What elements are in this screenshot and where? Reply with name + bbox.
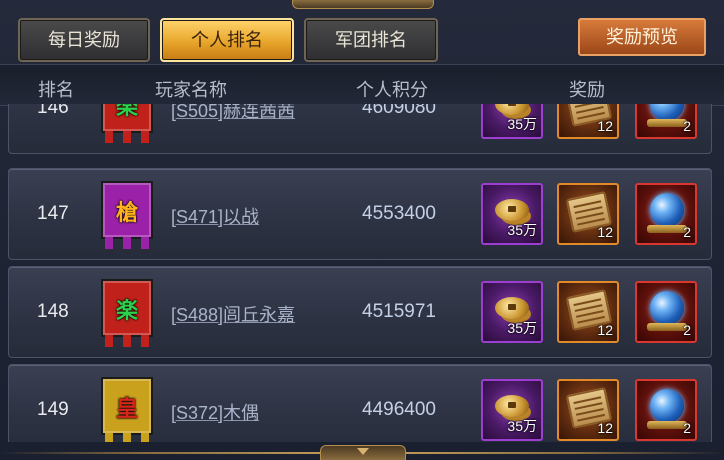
banner-tails <box>105 433 149 442</box>
banner-tails <box>105 335 149 347</box>
coin-icon[interactable]: 35万 <box>481 104 543 139</box>
player-name-link[interactable]: [S488]闾丘永嘉 <box>171 301 295 327</box>
table-row: 147 槍 [S471]以战 4553400 35万 12 2 <box>8 168 712 260</box>
player-score: 4553400 <box>362 203 436 224</box>
reward-count: 2 <box>683 224 691 240</box>
rank-number: 148 <box>37 301 69 322</box>
banner-tails <box>105 237 149 249</box>
emblem-character: 楽 <box>115 298 138 323</box>
reward-count: 2 <box>683 118 691 134</box>
header-reward: 奖励 <box>569 80 605 100</box>
player-name-link[interactable]: [S471]以战 <box>171 203 259 229</box>
emblem-banner: 皇 <box>101 377 153 442</box>
scroll-down-indicator[interactable] <box>320 445 406 460</box>
header-player: 玩家名称 <box>155 80 227 100</box>
orb-icon[interactable]: 2 <box>635 281 697 343</box>
reward-count: 12 <box>597 420 613 436</box>
emblem-character: 皇 <box>115 396 138 421</box>
rank-number: 147 <box>37 203 69 224</box>
reward-preview-button[interactable]: 奖励预览 <box>578 18 706 56</box>
emblem-banner: 楽 <box>101 104 153 143</box>
ranking-panel: 每日奖励 个人排名 军团排名 奖励预览 排名 玩家名称 个人积分 奖励 146 … <box>0 0 724 460</box>
scroll-icon[interactable]: 12 <box>557 183 619 245</box>
player-name-link[interactable]: [S505]赫连茜茜 <box>171 104 295 123</box>
table-header: 排名 玩家名称 个人积分 奖励 <box>0 64 724 106</box>
header-score: 个人积分 <box>356 80 428 100</box>
scroll-icon[interactable]: 12 <box>557 281 619 343</box>
reward-count: 2 <box>683 420 691 436</box>
scroll-icon[interactable]: 12 <box>557 104 619 139</box>
orb-icon[interactable]: 2 <box>635 379 697 441</box>
rank-number: 146 <box>37 104 69 118</box>
reward-count: 12 <box>597 118 613 134</box>
emblem-banner: 楽 <box>101 279 153 347</box>
table-row: 148 楽 [S488]闾丘永嘉 4515971 35万 12 2 <box>8 266 712 358</box>
reward-count: 12 <box>597 224 613 240</box>
player-name-link[interactable]: [S372]木偶 <box>171 399 259 425</box>
reward-count: 12 <box>597 322 613 338</box>
reward-count: 35万 <box>507 320 537 336</box>
scroll-icon[interactable]: 12 <box>557 379 619 441</box>
header-rank: 排名 <box>38 80 74 100</box>
tab-personal-ranking[interactable]: 个人排名 <box>160 18 294 62</box>
reward-count: 2 <box>683 322 691 338</box>
player-score: 4609080 <box>362 104 436 118</box>
orb-icon[interactable]: 2 <box>635 104 697 139</box>
reward-count: 35万 <box>507 418 537 434</box>
rank-number: 149 <box>37 399 69 420</box>
table-row: 146 楽 [S505]赫连茜茜 4609080 35万 12 2 <box>8 104 712 154</box>
emblem-banner: 槍 <box>101 181 153 249</box>
reward-count: 35万 <box>507 116 537 132</box>
tab-legion-ranking[interactable]: 军团排名 <box>304 18 438 62</box>
banner-tails <box>105 131 149 143</box>
orb-icon[interactable]: 2 <box>635 183 697 245</box>
coin-icon[interactable]: 35万 <box>481 183 543 245</box>
ranking-list[interactable]: 146 楽 [S505]赫连茜茜 4609080 35万 12 2 147 槍 … <box>0 104 724 442</box>
player-score: 4496400 <box>362 399 436 420</box>
tab-daily-reward[interactable]: 每日奖励 <box>18 18 150 62</box>
player-score: 4515971 <box>362 301 436 322</box>
top-ornament <box>292 0 434 9</box>
reward-count: 35万 <box>507 222 537 238</box>
coin-icon[interactable]: 35万 <box>481 379 543 441</box>
coin-icon[interactable]: 35万 <box>481 281 543 343</box>
table-row: 149 皇 [S372]木偶 4496400 35万 12 2 <box>8 364 712 442</box>
emblem-character: 楽 <box>115 104 138 119</box>
emblem-character: 槍 <box>115 200 138 225</box>
